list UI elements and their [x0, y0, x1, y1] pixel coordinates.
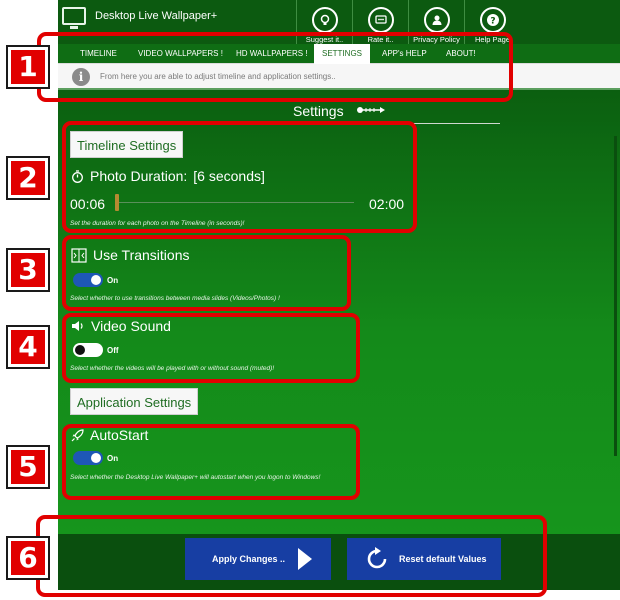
- application-settings-header: Application Settings: [70, 388, 199, 415]
- app-logo-icon: [62, 7, 86, 29]
- page-title: Settings: [293, 103, 344, 119]
- annotation-box-1: [37, 32, 513, 102]
- annotation-number-5: 5: [8, 447, 48, 487]
- rate-icon: [367, 7, 394, 33]
- annotation-box-2: [62, 121, 417, 233]
- annotation-number-6: 6: [8, 538, 48, 578]
- svg-text:?: ?: [490, 17, 495, 27]
- annotation-number-2: 2: [8, 158, 48, 198]
- help-icon: ?: [479, 7, 506, 33]
- annotation-number-3: 3: [8, 250, 48, 290]
- annotation-box-5: [62, 424, 360, 500]
- arrow-right-icon: [357, 107, 385, 113]
- scrollbar[interactable]: [614, 136, 617, 456]
- user-icon: [423, 7, 450, 33]
- annotation-box-3: [62, 235, 351, 311]
- annotation-box-4: [62, 313, 360, 383]
- app-title: Desktop Live Wallpaper+: [95, 10, 218, 22]
- annotation-box-6: [36, 515, 547, 597]
- annotation-number-1: 1: [8, 47, 48, 87]
- annotation-number-4: 4: [8, 327, 48, 367]
- bulb-icon: [311, 7, 338, 33]
